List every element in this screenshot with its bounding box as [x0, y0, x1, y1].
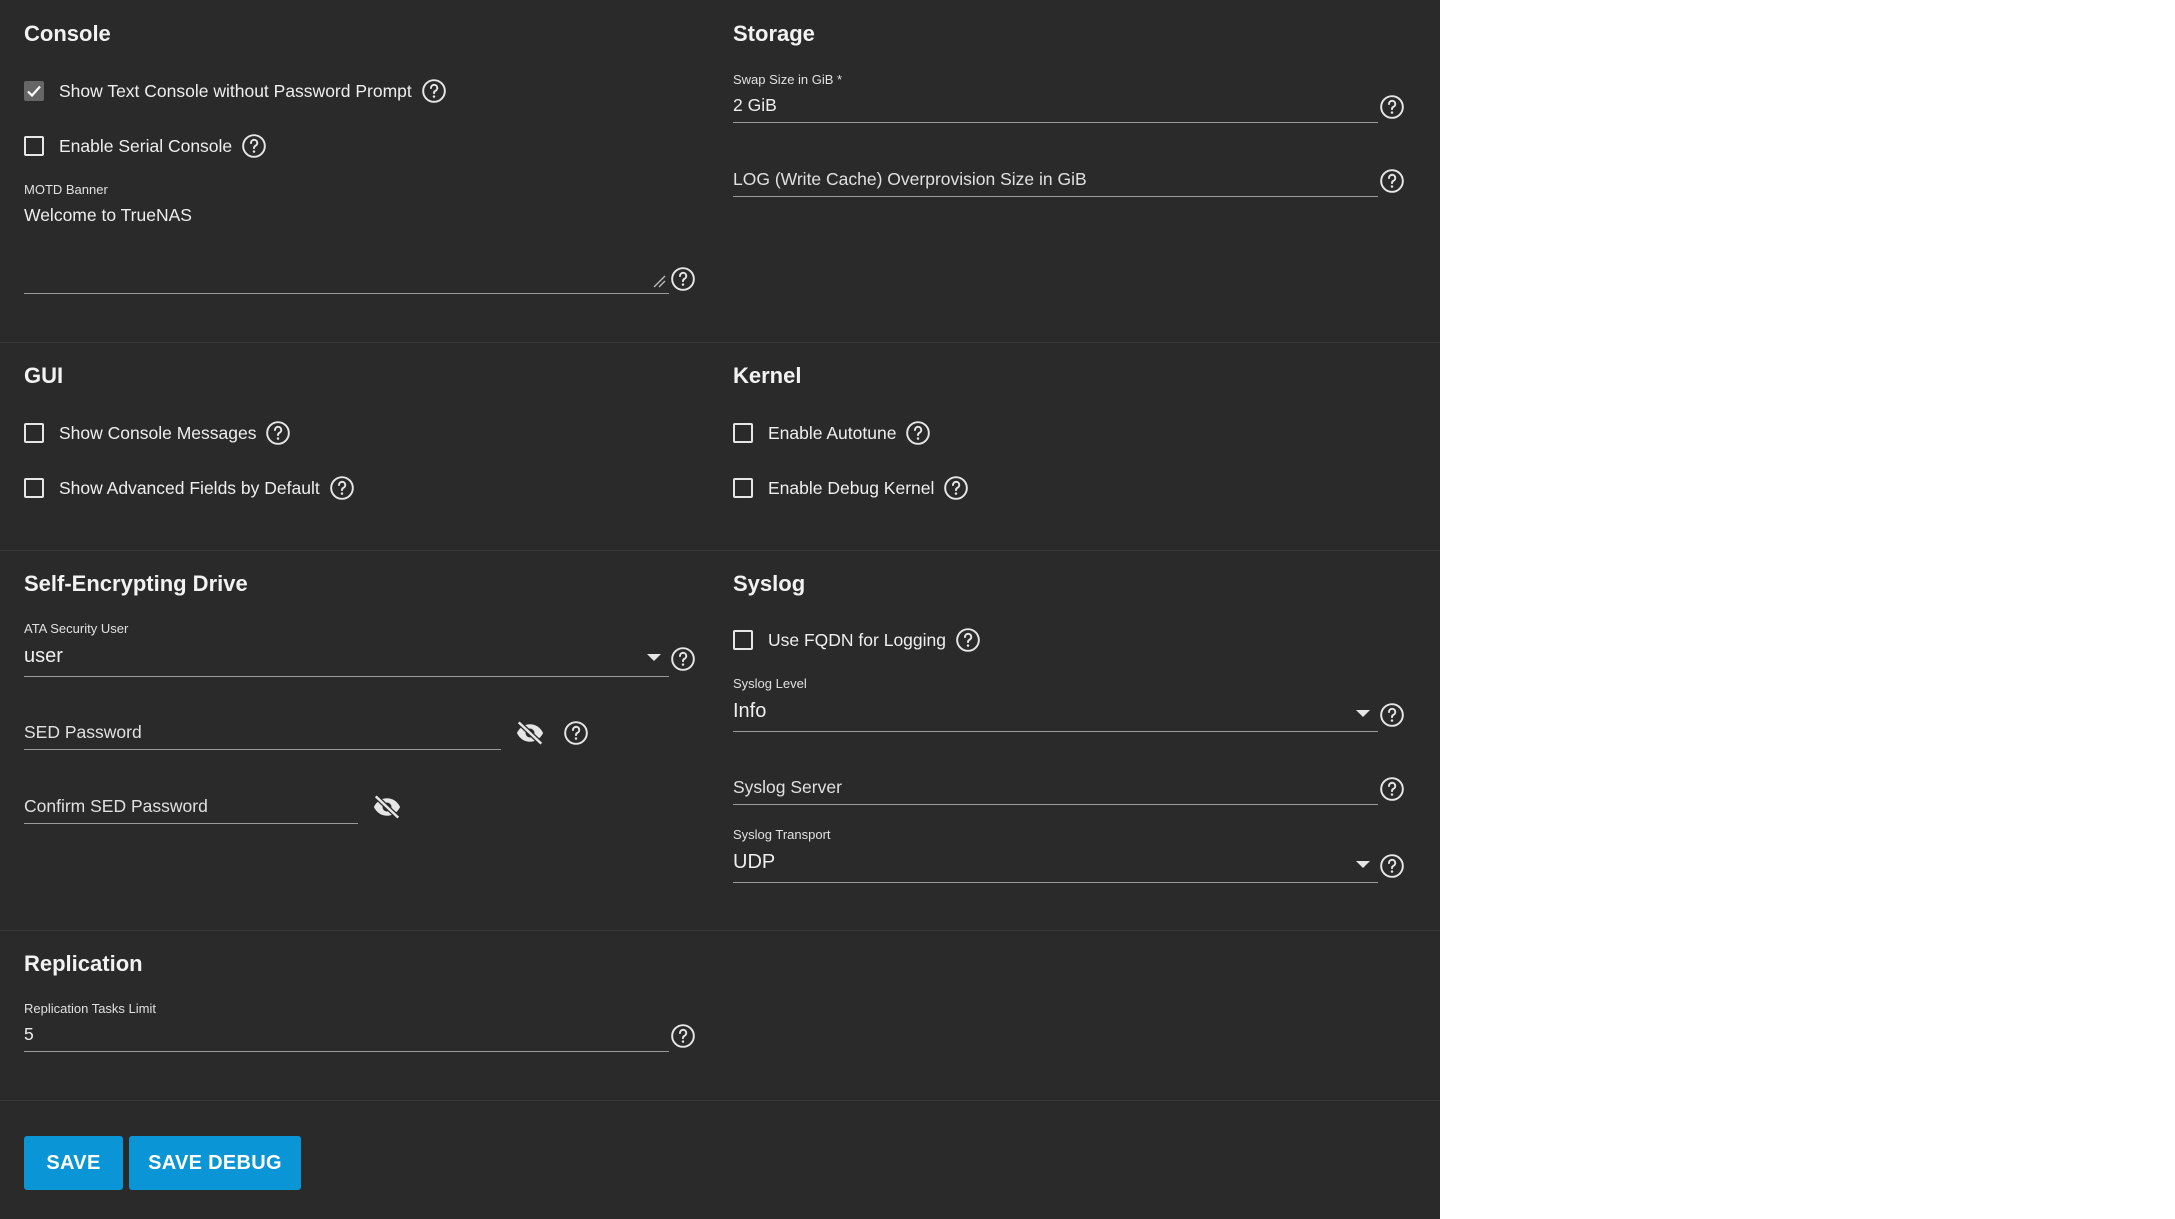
motd-banner-label: MOTD Banner	[24, 182, 108, 197]
show-text-console-label: Show Text Console without Password Promp…	[59, 80, 412, 101]
replication-tasks-limit-underline	[24, 1051, 669, 1052]
advanced-settings-panel: Console Show Text Console without Passwo…	[0, 0, 1440, 1219]
confirm-sed-password-underline	[24, 823, 358, 824]
enable-debug-kernel-row[interactable]: Enable Debug Kernel	[733, 472, 970, 504]
show-advanced-fields-label: Show Advanced Fields by Default	[59, 477, 320, 498]
syslog-level-label: Syslog Level	[733, 676, 807, 691]
enable-serial-console-row[interactable]: Enable Serial Console	[24, 130, 268, 162]
show-console-messages-label: Show Console Messages	[59, 422, 257, 443]
syslog-transport-underline	[733, 882, 1378, 883]
show-text-console-checkbox[interactable]	[24, 81, 44, 101]
help-icon[interactable]	[1378, 775, 1406, 803]
sed-password-input[interactable]: SED Password	[24, 722, 142, 743]
show-console-messages-row[interactable]: Show Console Messages	[24, 417, 292, 449]
show-advanced-fields-row[interactable]: Show Advanced Fields by Default	[24, 472, 356, 504]
syslog-server-input[interactable]: Syslog Server	[733, 777, 842, 798]
section-divider	[0, 550, 1440, 551]
ata-security-user-underline	[24, 676, 669, 677]
section-divider	[0, 342, 1440, 343]
enable-autotune-row[interactable]: Enable Autotune	[733, 417, 932, 449]
checkmark-icon	[27, 85, 41, 98]
section-title-gui: GUI	[24, 363, 64, 388]
syslog-level-underline	[733, 731, 1378, 732]
ata-security-user-select[interactable]: user	[24, 645, 63, 668]
help-icon[interactable]	[328, 474, 356, 502]
use-fqdn-checkbox[interactable]	[733, 630, 753, 650]
swap-size-input[interactable]: 2 GiB	[733, 95, 777, 116]
help-icon[interactable]	[954, 626, 982, 654]
swap-size-underline	[733, 122, 1378, 123]
syslog-transport-select[interactable]: UDP	[733, 851, 775, 874]
help-icon[interactable]	[240, 132, 268, 160]
section-title-sed: Self-Encrypting Drive	[24, 571, 248, 596]
sed-password-underline	[24, 749, 501, 750]
log-overprovision-underline	[733, 196, 1378, 197]
enable-autotune-checkbox[interactable]	[733, 423, 753, 443]
swap-size-label: Swap Size in GiB *	[733, 72, 843, 87]
syslog-transport-label: Syslog Transport	[733, 827, 831, 842]
help-icon[interactable]	[264, 419, 292, 447]
eye-off-icon[interactable]	[370, 792, 404, 827]
section-divider	[0, 1100, 1440, 1101]
show-advanced-fields-checkbox[interactable]	[24, 478, 44, 498]
motd-banner-underline	[24, 293, 669, 294]
save-button[interactable]: SAVE	[24, 1136, 123, 1190]
replication-tasks-limit-label: Replication Tasks Limit	[24, 1001, 156, 1016]
ata-security-user-label: ATA Security User	[24, 621, 129, 636]
save-debug-button[interactable]: SAVE DEBUG	[129, 1136, 301, 1190]
help-icon[interactable]	[420, 77, 448, 105]
enable-debug-kernel-checkbox[interactable]	[733, 478, 753, 498]
enable-autotune-label: Enable Autotune	[768, 422, 897, 443]
syslog-level-select[interactable]: Info	[733, 700, 766, 723]
section-title-storage: Storage	[733, 21, 815, 46]
use-fqdn-label: Use FQDN for Logging	[768, 629, 946, 650]
dropdown-caret-icon[interactable]	[647, 654, 661, 661]
confirm-sed-password-input[interactable]: Confirm SED Password	[24, 796, 208, 817]
use-fqdn-row[interactable]: Use FQDN for Logging	[733, 624, 982, 656]
dropdown-caret-icon[interactable]	[1356, 710, 1370, 717]
replication-tasks-limit-input[interactable]: 5	[24, 1024, 34, 1045]
help-icon[interactable]	[904, 419, 932, 447]
resize-handle-icon[interactable]	[652, 274, 666, 288]
help-icon[interactable]	[1378, 93, 1406, 121]
help-icon[interactable]	[669, 645, 697, 673]
help-icon[interactable]	[669, 265, 697, 293]
section-title-kernel: Kernel	[733, 363, 802, 388]
syslog-server-underline	[733, 804, 1378, 805]
section-divider	[0, 930, 1440, 931]
section-title-syslog: Syslog	[733, 571, 806, 596]
help-icon[interactable]	[669, 1022, 697, 1050]
enable-serial-console-checkbox[interactable]	[24, 136, 44, 156]
section-title-replication: Replication	[24, 951, 143, 976]
enable-serial-console-label: Enable Serial Console	[59, 135, 233, 156]
motd-banner-textarea[interactable]: Welcome to TrueNAS	[24, 205, 192, 226]
show-text-console-row[interactable]: Show Text Console without Password Promp…	[24, 75, 448, 107]
enable-debug-kernel-label: Enable Debug Kernel	[768, 477, 935, 498]
show-console-messages-checkbox[interactable]	[24, 423, 44, 443]
help-icon[interactable]	[1378, 167, 1406, 195]
help-icon[interactable]	[562, 719, 590, 747]
help-icon[interactable]	[942, 474, 970, 502]
help-icon[interactable]	[1378, 701, 1406, 729]
help-icon[interactable]	[1378, 852, 1406, 880]
section-title-console: Console	[24, 21, 111, 46]
eye-off-icon[interactable]	[513, 718, 547, 753]
dropdown-caret-icon[interactable]	[1356, 861, 1370, 868]
log-overprovision-input[interactable]: LOG (Write Cache) Overprovision Size in …	[733, 169, 1087, 190]
